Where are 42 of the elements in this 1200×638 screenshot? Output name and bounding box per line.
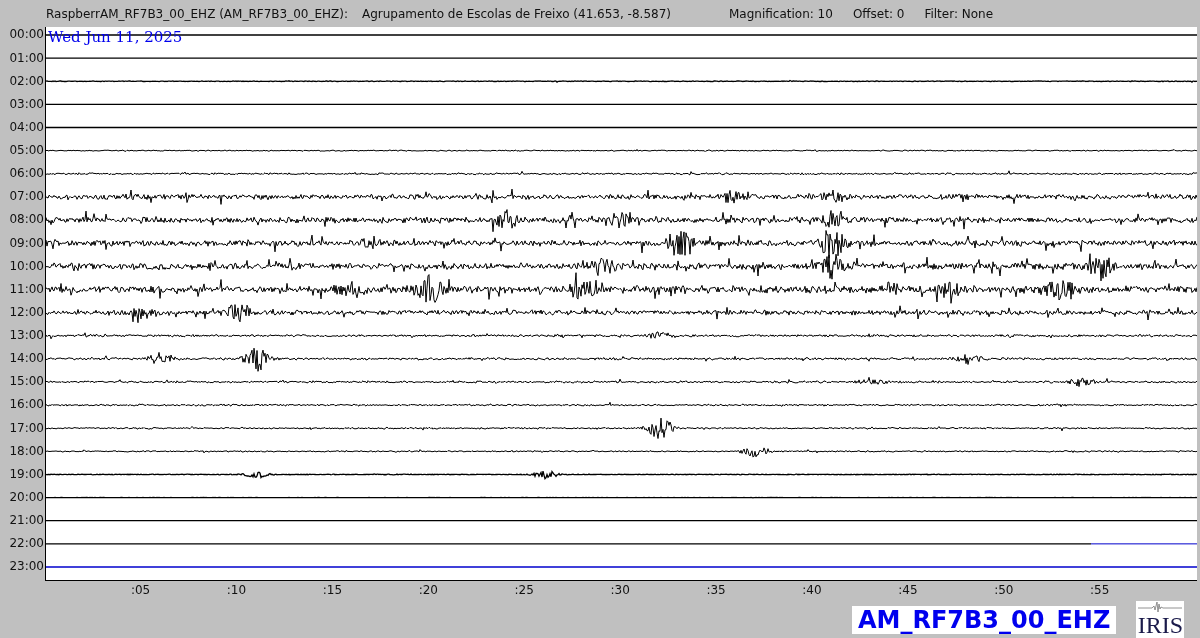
hour-label: 08:00 bbox=[8, 211, 45, 229]
hour-label: 07:00 bbox=[8, 188, 45, 206]
filter-text: Filter: None bbox=[924, 6, 994, 21]
hour-label: 16:00 bbox=[8, 396, 45, 414]
minute-label: :20 bbox=[418, 583, 438, 597]
hour-label: 12:00 bbox=[8, 303, 45, 321]
hour-label: 04:00 bbox=[8, 118, 45, 136]
hour-label: 02:00 bbox=[8, 72, 45, 90]
logo-icon: IRIS bbox=[1136, 601, 1185, 638]
hour-label: 15:00 bbox=[8, 373, 45, 391]
hour-label: 09:00 bbox=[8, 234, 45, 252]
hour-label: 22:00 bbox=[8, 535, 45, 553]
minute-label: :50 bbox=[994, 583, 1014, 597]
hour-label: 17:00 bbox=[8, 419, 45, 437]
offset-text: Offset: 0 bbox=[852, 6, 905, 21]
hour-label: 19:00 bbox=[8, 465, 45, 483]
hour-label: 11:00 bbox=[8, 280, 45, 298]
hour-label: 21:00 bbox=[8, 512, 45, 530]
hour-label: 03:00 bbox=[8, 95, 45, 113]
hour-label: 23:00 bbox=[8, 558, 45, 576]
hour-label: 13:00 bbox=[8, 327, 45, 345]
minute-label: :35 bbox=[706, 583, 726, 597]
minute-label: :40 bbox=[802, 583, 822, 597]
hour-label: 20:00 bbox=[8, 488, 45, 506]
station-title: RaspberrAM_RF7B3_00_EHZ (AM_RF7B3_00_EHZ): bbox=[46, 6, 348, 21]
hour-label: 18:00 bbox=[8, 442, 45, 460]
channel-label: AM_RF7B3_00_EHZ bbox=[852, 606, 1117, 634]
hour-label: 05:00 bbox=[8, 142, 45, 160]
minute-label: :25 bbox=[514, 583, 534, 597]
minute-label: :05 bbox=[130, 583, 151, 597]
minute-label: :10 bbox=[226, 583, 247, 597]
location-text: Agrupamento de Escolas de Freixo (41.653, -8.587) bbox=[362, 6, 671, 21]
hour-label: 01:00 bbox=[8, 49, 45, 67]
hour-label: 14:00 bbox=[8, 350, 45, 368]
minute-label: :30 bbox=[610, 583, 630, 597]
hour-label: 00:00 bbox=[8, 26, 45, 44]
minute-label: :45 bbox=[898, 583, 918, 597]
magnification-text: Magnification: 10 bbox=[729, 6, 833, 21]
minute-label: :55 bbox=[1090, 583, 1110, 597]
hour-label: 10:00 bbox=[8, 257, 45, 275]
hour-label: 06:00 bbox=[8, 165, 45, 183]
minute-label: :15 bbox=[322, 583, 343, 597]
